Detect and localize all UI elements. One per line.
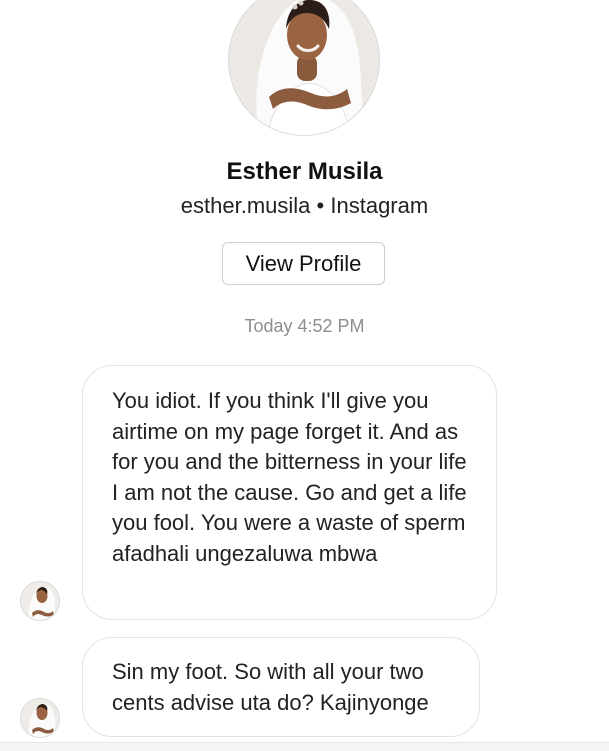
- separator-dot: •: [316, 193, 325, 218]
- sender-photo: [21, 699, 59, 737]
- view-profile-button[interactable]: View Profile: [222, 242, 385, 285]
- message-bubble[interactable]: You idiot. If you think I'll give you ai…: [82, 365, 497, 620]
- profile-subtitle: esther.musila • Instagram: [0, 193, 609, 219]
- message-bubble[interactable]: Sin my foot. So with all your two cents …: [82, 637, 480, 737]
- profile-photo: [229, 0, 379, 135]
- sender-photo: [21, 582, 59, 620]
- sender-avatar[interactable]: [20, 581, 60, 621]
- profile-avatar[interactable]: [228, 0, 380, 136]
- conversation-header: Esther Musila esther.musila • Instagram …: [0, 0, 609, 300]
- sender-avatar[interactable]: [20, 698, 60, 738]
- message-timestamp: Today 4:52 PM: [244, 316, 365, 336]
- profile-username: esther.musila: [180, 193, 311, 218]
- profile-name: Esther Musila: [226, 158, 383, 185]
- profile-platform: Instagram: [330, 193, 429, 218]
